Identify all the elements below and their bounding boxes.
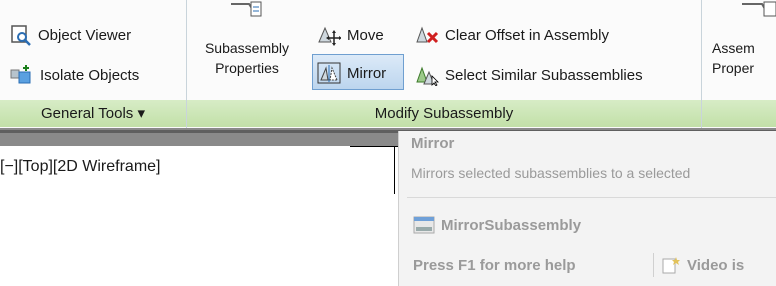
object-viewer-label: Object Viewer xyxy=(38,26,132,44)
viewport-controls-label[interactable]: [−][Top][2D Wireframe] xyxy=(0,158,161,176)
assembly-properties-label-2: Proper xyxy=(712,60,755,76)
tooltip-description: Mirrors selected subassemblies to a sele… xyxy=(411,165,691,181)
tooltip-help: Press F1 for more help xyxy=(413,257,576,274)
crosshair-vertical xyxy=(394,146,395,194)
select-similar-button[interactable]: Select Similar Subassemblies xyxy=(415,64,643,86)
video-icon xyxy=(662,257,680,274)
subassembly-properties-icon xyxy=(231,1,262,17)
tooltip-separator xyxy=(653,253,654,277)
mirror-tooltip: Mirror Mirrors selected subassemblies to… xyxy=(398,131,776,286)
tooltip-command: MirrorSubassembly xyxy=(413,215,581,235)
tooltip-command-name: MirrorSubassembly xyxy=(441,216,582,234)
move-icon xyxy=(318,26,341,46)
select-similar-icon xyxy=(416,66,439,86)
subassembly-properties-label-1: Subassembly xyxy=(204,40,290,56)
mirror-button[interactable]: Mirror xyxy=(312,54,404,90)
modify-subassembly-footer: Modify Subassembly xyxy=(187,100,701,127)
modify-subassembly-label: Modify Subassembly xyxy=(374,105,514,122)
clear-offset-button[interactable]: Clear Offset in Assembly xyxy=(415,24,609,46)
tooltip-video: Video is xyxy=(661,255,744,275)
object-viewer-button[interactable]: Object Viewer xyxy=(10,24,131,46)
move-button[interactable]: Move xyxy=(317,24,384,46)
tooltip-title: Mirror xyxy=(411,135,455,152)
isolate-objects-button[interactable]: Isolate Objects xyxy=(10,64,139,86)
mirror-label: Mirror xyxy=(347,64,387,82)
select-similar-label: Select Similar Subassemblies xyxy=(445,66,643,84)
mirror-button-content: Mirror xyxy=(317,62,386,84)
tooltip-divider xyxy=(407,197,776,198)
assembly-properties-button[interactable]: Assem Proper xyxy=(712,0,776,96)
assembly-footer xyxy=(702,100,776,127)
clear-offset-label: Clear Offset in Assembly xyxy=(445,26,609,44)
assembly-panel: Assem Proper xyxy=(702,0,776,128)
mirror-icon xyxy=(317,62,341,84)
ribbon: Object Viewer Isolate Objects General To… xyxy=(0,0,776,128)
isolate-objects-icon xyxy=(10,65,31,84)
crosshair-horizontal xyxy=(350,146,398,147)
assembly-properties-label-1: Assem xyxy=(712,40,755,56)
general-tools-footer[interactable]: General Tools ▾ xyxy=(0,100,186,127)
modify-subassembly-panel: Subassembly Properties Move Clear Offset… xyxy=(187,0,701,128)
command-icon xyxy=(413,216,435,234)
general-tools-label: General Tools ▾ xyxy=(41,105,145,122)
general-tools-panel: Object Viewer Isolate Objects General To… xyxy=(0,0,186,128)
tooltip-video-label: Video is xyxy=(687,256,745,274)
move-label: Move xyxy=(347,26,384,44)
subassembly-properties-button[interactable]: Subassembly Properties xyxy=(195,0,299,96)
subassembly-properties-label-2: Properties xyxy=(215,60,279,76)
assembly-properties-icon xyxy=(742,1,776,17)
clear-offset-icon xyxy=(416,26,439,44)
isolate-objects-label: Isolate Objects xyxy=(40,66,140,84)
object-viewer-icon xyxy=(11,25,31,46)
